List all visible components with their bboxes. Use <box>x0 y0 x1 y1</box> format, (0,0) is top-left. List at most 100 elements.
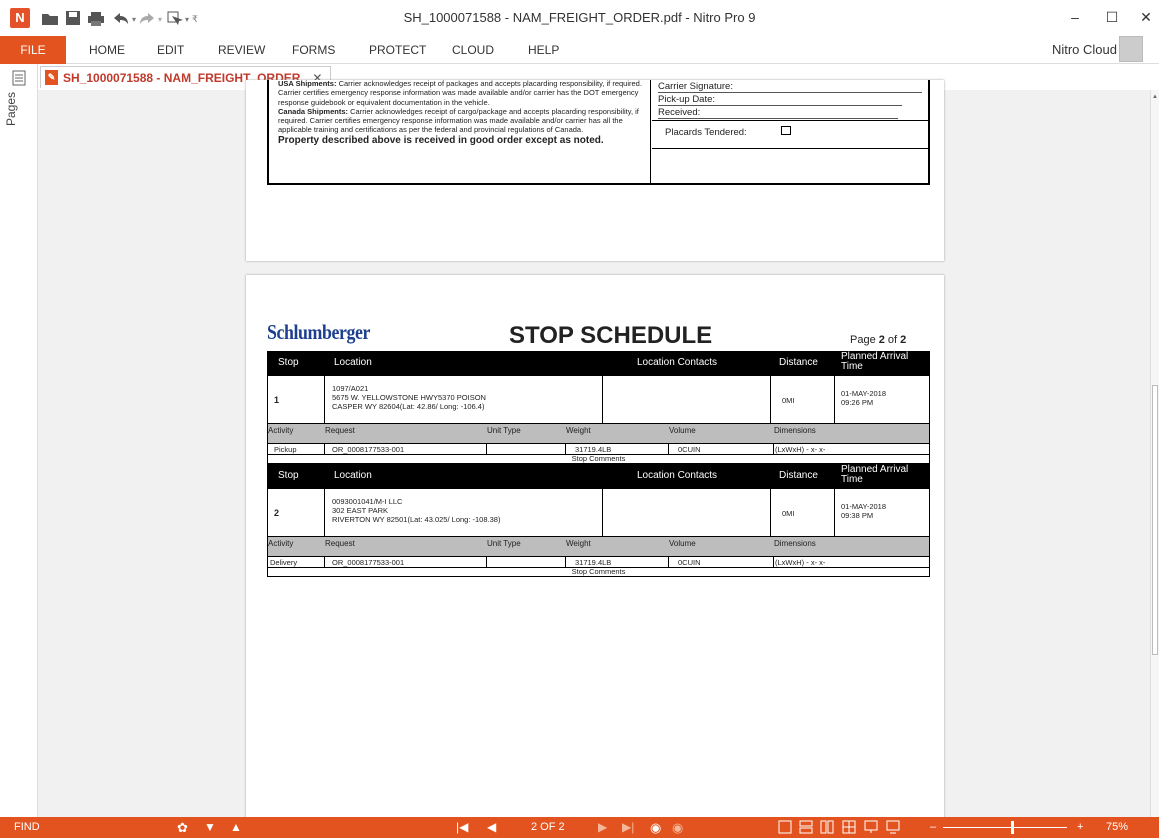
tab-help[interactable]: HELP <box>528 36 559 64</box>
zoom-in-button[interactable]: + <box>1077 817 1083 838</box>
col-request-header: Request <box>325 426 355 435</box>
received-field: Received: <box>658 107 898 119</box>
facing-view-icon[interactable] <box>820 820 834 834</box>
tab-home[interactable]: HOME <box>89 36 125 64</box>
vertical-scrollbar[interactable]: ▲ <box>1150 90 1159 817</box>
scrollbar-thumb[interactable] <box>1152 385 1158 655</box>
close-button[interactable]: ✕ <box>1131 6 1159 28</box>
tab-cloud[interactable]: CLOUD <box>452 36 494 64</box>
property-statement: Property described above is received in … <box>278 134 604 146</box>
location-line-1: 0093001041/M-I LLC <box>332 497 403 506</box>
col-dimensions-header: Dimensions <box>774 539 816 548</box>
activity-header-row: Activity Request Unit Type Weight Volume… <box>268 423 929 443</box>
location-line-2: 5675 W. YELLOWSTONE HWY5370 POISON <box>332 393 486 402</box>
activity-row: Pickup OR_0008177533-001 31719.4LB 0CUIN… <box>268 443 929 454</box>
find-button[interactable]: FIND <box>14 817 40 838</box>
stop-location: 1097/A021 5675 W. YELLOWSTONE HWY5370 PO… <box>332 384 486 411</box>
location-line-3: CASPER WY 82604(Lat: 42.86/ Long: -106.4… <box>332 402 485 411</box>
avatar[interactable] <box>1119 36 1143 62</box>
single-page-view-icon[interactable] <box>778 820 792 834</box>
placards-tendered-label: Placards Tendered: <box>665 127 747 138</box>
weight-value: 31719.4LB <box>575 445 612 454</box>
location-line-2: 302 EAST PARK <box>332 506 389 515</box>
stop-header-row: Stop Location Location Contacts Distance… <box>268 464 929 489</box>
stop-comments: Stop Comments <box>268 454 929 463</box>
page-title: STOP SCHEDULE <box>509 322 713 349</box>
page1-terms-box: USA Shipments: Carrier acknowledges rece… <box>267 79 930 185</box>
stop-schedule-form: Schlumberger STOP SCHEDULE Page 2 of 2 S… <box>267 318 930 577</box>
continuous-facing-view-icon[interactable] <box>842 820 856 834</box>
col-distance-header: Distance <box>779 357 818 368</box>
zoom-level[interactable]: 75% <box>1106 817 1128 838</box>
stop-header-row: Stop Location Location Contacts Distance… <box>268 351 929 376</box>
arrival-date: 01-MAY-2018 <box>841 389 887 398</box>
pages-panel-label[interactable]: Pages <box>4 92 34 152</box>
nitro-cloud-account[interactable]: Nitro Cloud <box>1052 42 1117 57</box>
last-page-icon[interactable]: ▶| <box>622 817 634 838</box>
carrier-block: Carrier Signature: Pick-up Date: Receive… <box>652 80 930 183</box>
stop-distance: 0MI <box>782 509 795 518</box>
navigation-pane-strip: Pages <box>0 64 38 817</box>
shipments-terms: USA Shipments: Carrier acknowledges rece… <box>269 79 651 183</box>
back-view-icon[interactable]: ◉ <box>650 817 661 838</box>
previous-page-icon[interactable]: ◀ <box>487 817 496 838</box>
dimensions-value: (LxWxH) - x- x- <box>775 445 826 454</box>
tab-review[interactable]: REVIEW <box>218 36 265 64</box>
stop-detail-row: 1 1097/A021 5675 W. YELLOWSTONE HWY5370 … <box>268 376 929 423</box>
zoom-slider-thumb[interactable] <box>1011 821 1014 834</box>
activity-value: Delivery <box>270 558 298 567</box>
volume-value: 0CUIN <box>678 558 701 567</box>
ribbon-tabs: HOME EDIT REVIEW FORMS PROTECT CLOUD HEL… <box>0 36 1159 64</box>
next-page-icon[interactable]: ▶ <box>598 817 607 838</box>
stop-location: 0093001041/M-I LLC 302 EAST PARK RIVERTO… <box>332 497 500 524</box>
document-viewer[interactable]: USA Shipments: Carrier acknowledges rece… <box>38 79 1150 835</box>
maximize-button[interactable]: ☐ <box>1097 6 1127 28</box>
pdf-file-icon: ✎ <box>45 70 58 85</box>
volume-value: 0CUIN <box>678 445 701 454</box>
stop-number: 2 <box>274 508 280 518</box>
settings-gear-icon[interactable]: ✿ <box>177 817 188 838</box>
find-next-icon[interactable]: ▼ <box>204 817 216 838</box>
carrier-signature-field: Carrier Signature: <box>658 81 922 93</box>
stop-arrival: 01-MAY-2018 09:26 PM <box>841 389 886 407</box>
activity-row: Delivery OR_0008177533-001 31719.4LB 0CU… <box>268 556 929 567</box>
page-number-prefix: Page <box>850 334 879 346</box>
stop-block-1: Stop Location Location Contacts Distance… <box>267 351 930 464</box>
presentation-view-icon[interactable] <box>864 820 878 833</box>
request-value: OR_0008177533-001 <box>332 445 405 454</box>
request-value: OR_0008177533-001 <box>332 558 405 567</box>
col-location-header: Location <box>334 357 372 368</box>
tab-forms[interactable]: FORMS <box>292 36 335 64</box>
view-mode-icons <box>778 820 900 834</box>
zoom-slider-track[interactable] <box>943 827 1067 828</box>
tab-file[interactable]: FILE <box>0 36 66 64</box>
col-dimensions-header: Dimensions <box>774 426 816 435</box>
minimize-button[interactable]: – <box>1060 6 1090 28</box>
col-distance-header: Distance <box>779 470 818 481</box>
col-unit-type-header: Unit Type <box>487 426 521 435</box>
continuous-view-icon[interactable] <box>799 820 813 834</box>
col-stop-header: Stop <box>278 357 299 368</box>
scroll-up-icon[interactable]: ▲ <box>1152 94 1158 100</box>
tab-edit[interactable]: EDIT <box>157 36 184 64</box>
pages-panel-icon[interactable] <box>12 70 26 86</box>
status-bar: FIND ✿ ▼ ▲ |◀ ◀ 2 OF 2 ▶ ▶| ◉ ◉ – + 75% <box>0 817 1159 838</box>
stop-arrival: 01-MAY-2018 09:38 PM <box>841 502 886 520</box>
stop-block-2: Stop Location Location Contacts Distance… <box>267 464 930 577</box>
page-indicator[interactable]: 2 OF 2 <box>531 817 565 838</box>
window-title: SH_1000071588 - NAM_FREIGHT_ORDER.pdf - … <box>403 10 756 25</box>
weight-value: 31719.4LB <box>575 558 612 567</box>
first-page-icon[interactable]: |◀ <box>456 817 468 838</box>
full-screen-view-icon[interactable] <box>886 820 900 834</box>
find-previous-icon[interactable]: ▲ <box>230 817 242 838</box>
pdf-page-1: USA Shipments: Carrier acknowledges rece… <box>246 79 944 261</box>
col-arrival-header: Planned Arrival Time <box>841 351 909 372</box>
tab-protect[interactable]: PROTECT <box>369 36 426 64</box>
col-activity-header: Activity <box>268 539 294 548</box>
col-volume-header: Volume <box>669 539 696 548</box>
col-volume-header: Volume <box>669 426 696 435</box>
forward-view-icon[interactable]: ◉ <box>672 817 683 838</box>
zoom-out-button[interactable]: – <box>930 817 936 838</box>
dimensions-value: (LxWxH) - x- x- <box>775 558 826 567</box>
col-location-header: Location <box>334 470 372 481</box>
